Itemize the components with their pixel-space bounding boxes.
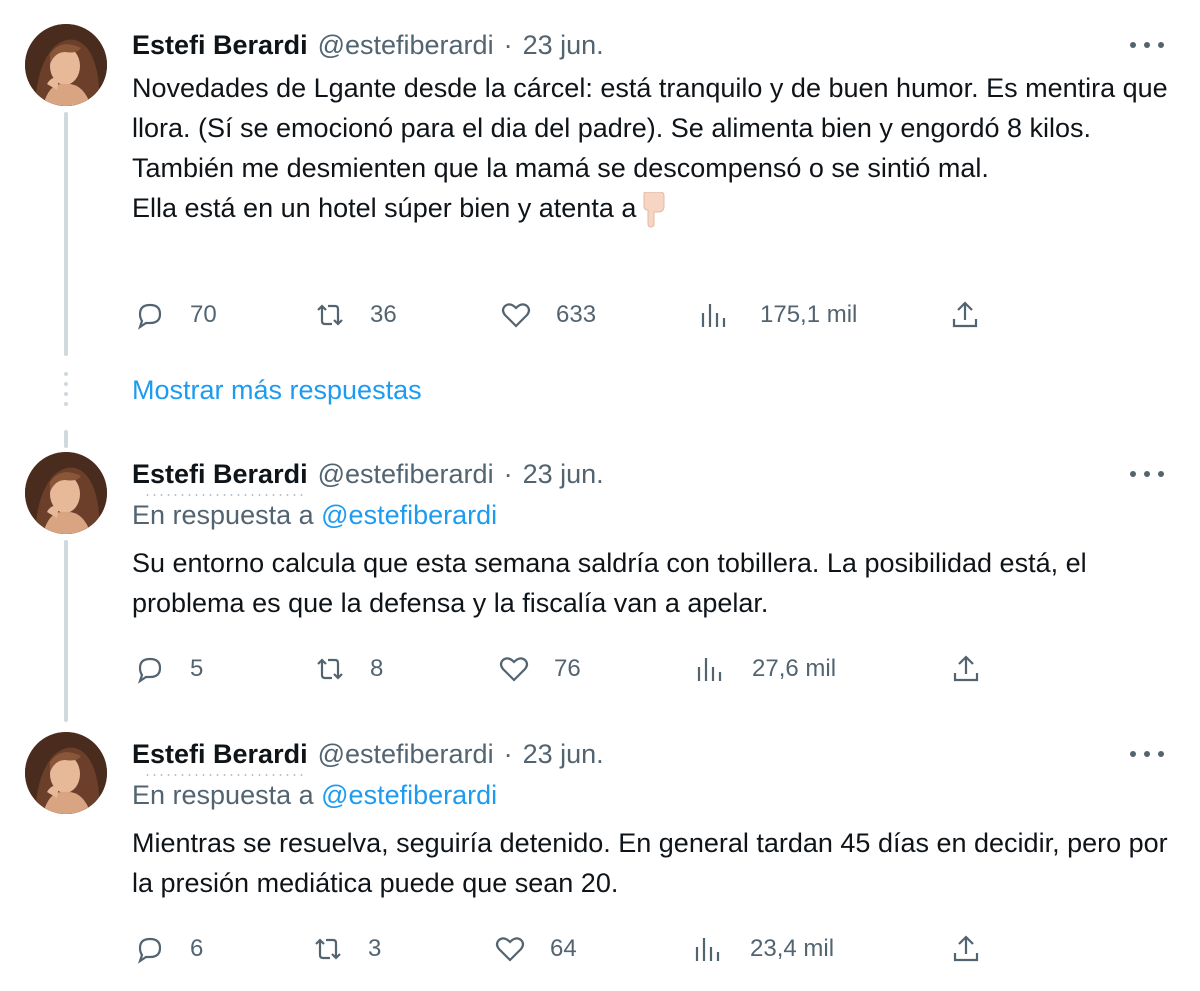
tweet-paragraph: También me desmienten que la mamá se des… (132, 153, 989, 183)
reply-icon (137, 657, 162, 684)
views-count: 23,4 mil (750, 935, 835, 962)
author-name-text: Estefi Berardi (132, 458, 308, 489)
retweet-button[interactable]: 8 (314, 649, 383, 689)
heart-icon (495, 937, 525, 962)
retweet-count: 8 (370, 655, 384, 682)
reply-count: 5 (190, 655, 204, 682)
share-button[interactable] (950, 649, 982, 689)
reply-mention-link[interactable]: @estefiberardi (321, 500, 497, 530)
views-button[interactable]: 175,1 mil (698, 295, 857, 335)
thread-line (64, 430, 68, 448)
tweet-date[interactable]: 23 jun. (523, 739, 604, 770)
heart-icon (499, 657, 529, 682)
like-button[interactable]: 64 (494, 929, 577, 969)
views-icon (701, 304, 726, 327)
avatar[interactable] (25, 732, 107, 814)
reply-count: 70 (190, 301, 217, 328)
thread-line (64, 540, 68, 722)
separator: · (503, 458, 513, 489)
share-button[interactable] (949, 295, 981, 335)
author-name-text: Estefi Berardi (132, 738, 308, 769)
reply-button[interactable]: 5 (134, 649, 203, 689)
like-button[interactable]: 633 (500, 295, 596, 335)
like-count: 76 (554, 655, 581, 682)
share-button[interactable] (950, 929, 982, 969)
like-count: 633 (556, 301, 597, 328)
like-count: 64 (550, 935, 577, 962)
views-count: 27,6 mil (752, 655, 837, 682)
retweet-icon (317, 304, 343, 326)
tweet-text: Mientras se resuelva, seguiría detenido.… (132, 823, 1182, 903)
retweet-count: 3 (368, 935, 382, 962)
author-name[interactable]: Estefi Berardi (132, 30, 308, 61)
heart-icon (501, 303, 531, 328)
reply-context: En respuesta a @estefiberardi (132, 500, 497, 531)
thread-gap-dots (64, 372, 68, 412)
avatar[interactable] (25, 452, 107, 534)
show-more-replies-link[interactable]: Mostrar más respuestas (132, 375, 422, 406)
share-icon (953, 655, 979, 682)
reply-icon (137, 303, 162, 330)
share-icon (952, 301, 978, 328)
author-handle[interactable]: @estefiberardi (318, 30, 494, 61)
views-button[interactable]: 23,4 mil (692, 929, 834, 969)
retweet-icon (315, 938, 341, 960)
reply-button[interactable]: 70 (134, 295, 217, 335)
tweet-text: Su entorno calcula que esta semana saldr… (132, 543, 1182, 623)
reply-prefix: En respuesta a (132, 780, 314, 810)
author-name[interactable]: Estefi Berardi (132, 458, 308, 496)
more-icon[interactable] (1130, 744, 1164, 764)
retweet-icon (317, 658, 343, 680)
avatar[interactable] (25, 24, 107, 106)
more-icon[interactable] (1130, 35, 1164, 55)
like-button[interactable]: 76 (498, 649, 581, 689)
tweet-date[interactable]: 23 jun. (523, 459, 604, 490)
separator: · (503, 29, 513, 60)
author-name[interactable]: Estefi Berardi (132, 738, 308, 776)
tweet-paragraph: Su entorno calcula que esta semana saldr… (132, 548, 1087, 618)
reply-mention-link[interactable]: @estefiberardi (321, 780, 497, 810)
share-icon (953, 935, 979, 962)
views-icon (697, 658, 722, 681)
more-icon[interactable] (1130, 464, 1164, 484)
author-handle[interactable]: @estefiberardi (318, 459, 494, 490)
reply-prefix: En respuesta a (132, 500, 314, 530)
views-count: 175,1 mil (760, 301, 858, 328)
backhand-index-pointing-down-icon (643, 191, 665, 228)
reply-button[interactable]: 6 (134, 929, 203, 969)
tweet-date[interactable]: 23 jun. (523, 30, 604, 61)
retweet-count: 36 (370, 301, 397, 328)
tweet-paragraph: Novedades de Lgante desde la cárcel: est… (132, 73, 1168, 143)
author-handle[interactable]: @estefiberardi (318, 739, 494, 770)
views-icon (695, 938, 720, 961)
reply-icon (137, 937, 162, 964)
tweet-paragraph: Ella está en un hotel súper bien y atent… (132, 188, 1182, 228)
tweet-paragraph-text: Ella está en un hotel súper bien y atent… (132, 193, 637, 223)
views-button[interactable]: 27,6 mil (694, 649, 836, 689)
tweet-text: Novedades de Lgante desde la cárcel: est… (132, 68, 1182, 228)
tweet-paragraph: Mientras se resuelva, seguiría detenido.… (132, 828, 1168, 898)
reply-count: 6 (190, 935, 204, 962)
separator: · (503, 738, 513, 769)
reply-context: En respuesta a @estefiberardi (132, 780, 497, 811)
retweet-button[interactable]: 3 (312, 929, 381, 969)
retweet-button[interactable]: 36 (314, 295, 397, 335)
